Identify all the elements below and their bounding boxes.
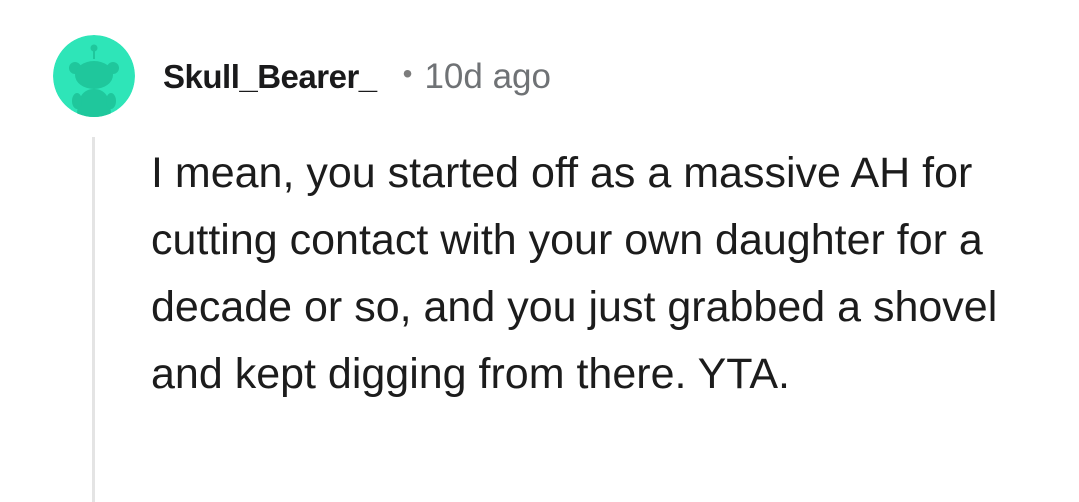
user-avatar[interactable]: [53, 35, 135, 117]
snoo-avatar-icon: [53, 35, 135, 117]
comment-body: I mean, you started off as a massive AH …: [151, 149, 998, 398]
thread-collapse-line[interactable]: [92, 137, 95, 502]
separator-dot: •: [402, 58, 413, 89]
username-link[interactable]: Skull_Bearer_: [163, 58, 377, 96]
comment-header: Skull_Bearer_ • 10d ago: [163, 52, 551, 102]
comment-timestamp: 10d ago: [424, 57, 551, 96]
